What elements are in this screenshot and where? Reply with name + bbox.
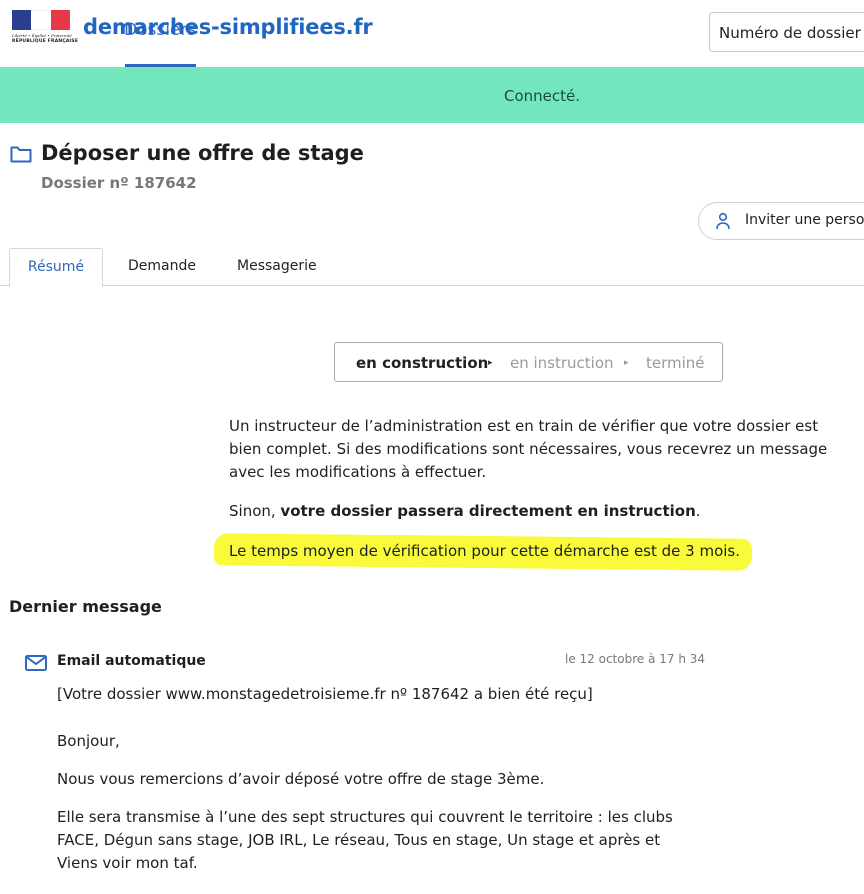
message-subject-line: [Votre dossier www.monstagedetroisieme.f… <box>57 685 593 703</box>
summary-paragraph-otherwise: Sinon, votre dossier passera directement… <box>229 500 839 523</box>
summary-average-delay: Le temps moyen de vérification pour cett… <box>229 542 741 560</box>
republique-francaise-logo[interactable]: Liberté • Égalité • Fraternité RÉPUBLIQU… <box>12 10 78 46</box>
logo-motto: Liberté • Égalité • Fraternité <box>12 33 72 38</box>
tabs-baseline <box>0 285 864 286</box>
invite-person-button[interactable]: Inviter une personne <box>698 202 864 240</box>
status-step-en-construction: en construction <box>356 354 489 372</box>
status-step-en-instruction: en instruction <box>510 354 614 372</box>
tab-messagerie[interactable]: Messagerie <box>237 258 317 274</box>
message-date: le 12 octobre à 17 h 34 <box>565 652 706 666</box>
status-arrow-icon: ▸ <box>624 358 629 368</box>
message-transmission-info: Elle sera transmise à l’une des sept str… <box>57 808 673 872</box>
dossier-number-search-input[interactable]: Numéro de dossier <box>709 12 864 52</box>
summary-paragraph-verification: Un instructeur de l’administration est e… <box>229 417 828 481</box>
site-brand-link[interactable]: demarches-simplifiees.fr <box>83 15 373 39</box>
tab-demande[interactable]: Demande <box>128 258 196 274</box>
last-message-heading: Dernier message <box>9 597 162 616</box>
invite-person-label: Inviter une personne <box>745 212 864 228</box>
flash-message: Connecté. <box>503 87 581 105</box>
message-greeting: Bonjour, <box>57 732 120 750</box>
mail-icon <box>25 655 47 671</box>
folder-icon <box>10 146 32 163</box>
dossier-number: Dossier nº 187642 <box>41 174 197 192</box>
user-icon <box>716 212 730 230</box>
tab-resume[interactable]: Résumé <box>9 248 103 287</box>
french-flag-icon <box>12 10 70 30</box>
message-author: Email automatique <box>57 653 206 669</box>
logo-republic-text: RÉPUBLIQUE FRANÇAISE <box>12 39 79 44</box>
message-thanks: Nous vous remercions d’avoir déposé votr… <box>57 770 545 788</box>
summary-otherwise-prefix: Sinon, <box>229 502 281 520</box>
dossier-title: Déposer une offre de stage <box>41 141 364 165</box>
summary-otherwise-suffix: . <box>695 502 701 520</box>
dossier-status-progress: en construction ▸ en instruction ▸ termi… <box>334 342 723 382</box>
status-step-termine: terminé <box>646 354 705 372</box>
summary-otherwise-bold: votre dossier passera directement en ins… <box>280 502 696 520</box>
status-arrow-icon: ▸ <box>488 358 493 368</box>
